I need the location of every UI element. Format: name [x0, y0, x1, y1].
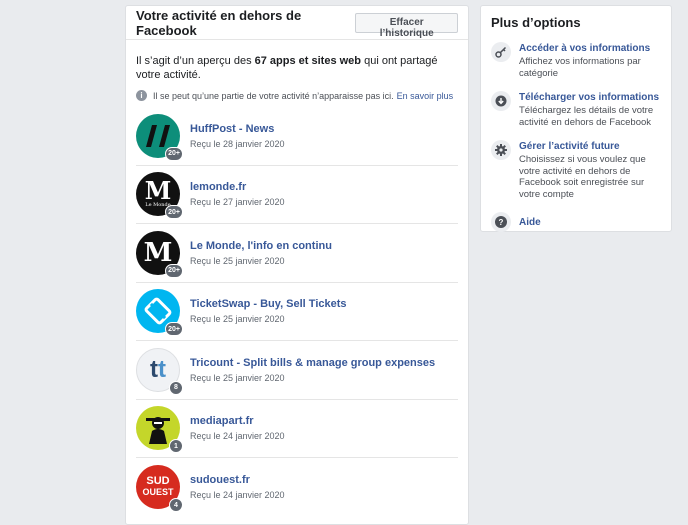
- option-manage-future-activity[interactable]: Gérer l’activité future Choisissez si vo…: [481, 140, 671, 200]
- option-description: Téléchargez les détails de votre activit…: [519, 105, 654, 128]
- activity-count-badge: 20+: [165, 205, 183, 220]
- app-name-link[interactable]: mediapart.fr: [190, 415, 285, 427]
- list-item[interactable]: SUD OUEST 4 sudouest.fr Reçu le 24 janvi…: [136, 458, 458, 517]
- clear-history-button[interactable]: Effacer l’historique: [355, 12, 458, 39]
- option-title-link[interactable]: Aide: [519, 216, 541, 229]
- more-options-title: Plus d’options: [491, 15, 581, 30]
- option-description: Choisissez si vous voulez que votre acti…: [519, 154, 646, 200]
- activity-count-badge: 1: [169, 439, 183, 454]
- key-icon: [491, 42, 511, 62]
- list-item[interactable]: t t 8 Tricount - Split bills & manage gr…: [136, 341, 458, 400]
- app-name-link[interactable]: TicketSwap - Buy, Sell Tickets: [190, 298, 347, 310]
- activity-count-badge: 20+: [165, 146, 183, 161]
- received-date: Reçu le 25 janvier 2020: [190, 314, 285, 325]
- activity-count-badge: 20+: [165, 263, 183, 278]
- list-item[interactable]: M 20+ Le Monde, l'info en continu Reçu l…: [136, 224, 458, 283]
- list-item[interactable]: 20+ TicketSwap - Buy, Sell Tickets Reçu …: [136, 283, 458, 341]
- option-title-link[interactable]: Gérer l’activité future: [519, 140, 661, 153]
- app-name-link[interactable]: lemonde.fr: [190, 181, 285, 193]
- info-note: i Il se peut qu’une partie de votre acti…: [126, 82, 468, 101]
- activity-count-badge: 8: [169, 380, 183, 395]
- app-name-link[interactable]: HuffPost - News: [190, 123, 285, 135]
- list-item[interactable]: 20+ HuffPost - News Reçu le 28 janvier 2…: [136, 107, 458, 166]
- received-date: Reçu le 28 janvier 2020: [190, 138, 285, 149]
- gear-icon: [491, 140, 511, 160]
- apps-count: 67 apps et sites web: [254, 55, 362, 67]
- received-date: Reçu le 24 janvier 2020: [190, 490, 285, 501]
- info-icon: i: [136, 90, 147, 101]
- received-date: Reçu le 25 janvier 2020: [190, 255, 285, 266]
- received-date: Reçu le 27 janvier 2020: [190, 197, 285, 208]
- activity-count-badge: 4: [169, 498, 183, 513]
- off-facebook-activity-panel: Votre activité en dehors de Facebook Eff…: [125, 5, 469, 525]
- list-item[interactable]: 1 mediapart.fr Reçu le 24 janvier 2020: [136, 400, 458, 458]
- option-access-info[interactable]: Accéder à vos informations Affichez vos …: [481, 42, 671, 79]
- app-name-link[interactable]: Le Monde, l'info en continu: [190, 240, 332, 252]
- activity-count-badge: 20+: [165, 322, 183, 337]
- app-name-link[interactable]: Tricount - Split bills & manage group ex…: [190, 357, 435, 369]
- option-download-info[interactable]: Télécharger vos informations Téléchargez…: [481, 91, 671, 128]
- help-icon: ?: [491, 212, 511, 232]
- panel-header: Votre activité en dehors de Facebook Eff…: [126, 6, 468, 40]
- received-date: Reçu le 24 janvier 2020: [190, 431, 285, 442]
- option-description: Affichez vos informations par catégorie: [519, 56, 641, 79]
- learn-more-link[interactable]: En savoir plus: [397, 91, 454, 101]
- more-options-panel: Plus d’options Accéder à vos information…: [480, 5, 672, 232]
- option-title-link[interactable]: Télécharger vos informations: [519, 91, 661, 104]
- app-name-link[interactable]: sudouest.fr: [190, 474, 285, 486]
- download-icon: [491, 91, 511, 111]
- option-title-link[interactable]: Accéder à vos informations: [519, 42, 661, 55]
- received-date: Reçu le 25 janvier 2020: [190, 372, 285, 383]
- list-item[interactable]: M Le Monde 20+ lemonde.fr Reçu le 27 jan…: [136, 166, 458, 224]
- intro-text: Il s’agit d’un aperçu des 67 apps et sit…: [136, 55, 438, 81]
- apps-list: 20+ HuffPost - News Reçu le 28 janvier 2…: [126, 101, 468, 517]
- option-help[interactable]: ? Aide: [481, 212, 671, 232]
- page-title: Votre activité en dehors de Facebook: [136, 7, 302, 38]
